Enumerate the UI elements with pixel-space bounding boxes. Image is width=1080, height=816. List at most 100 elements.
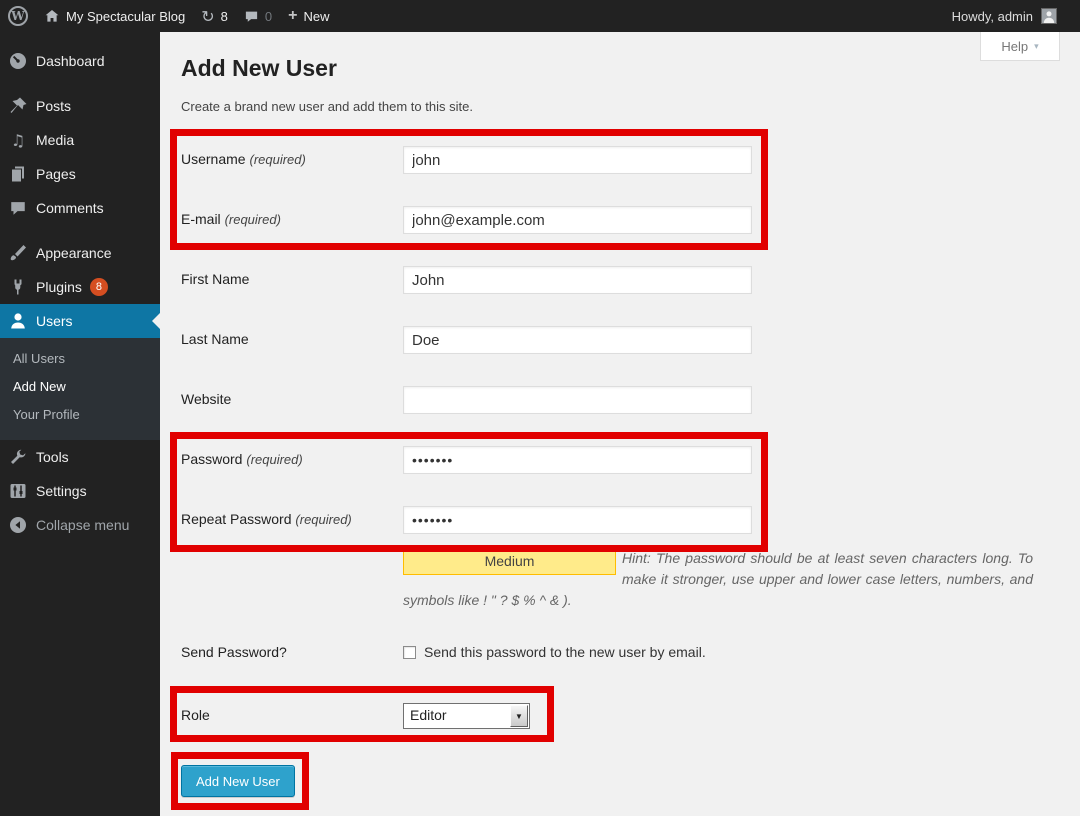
add-new-user-button[interactable]: Add New User xyxy=(181,765,295,797)
howdy-text: Howdy, admin xyxy=(952,9,1033,24)
updates-link[interactable]: ↻ 8 xyxy=(193,0,236,32)
sidebar-item-pages[interactable]: Pages xyxy=(0,157,160,191)
pin-icon xyxy=(8,96,28,116)
admin-bar-right: Howdy, admin xyxy=(944,0,1080,32)
first-name-input[interactable] xyxy=(403,266,752,294)
last-name-label: Last Name xyxy=(181,326,403,347)
sidebar-item-label: Tools xyxy=(36,449,69,465)
comment-icon xyxy=(8,198,28,218)
website-row: Website xyxy=(181,386,1060,414)
new-content-link[interactable]: + New xyxy=(280,0,337,32)
sidebar-item-settings[interactable]: Settings xyxy=(0,474,160,508)
collapse-menu-button[interactable]: Collapse menu xyxy=(0,508,160,542)
sidebar-item-label: Dashboard xyxy=(36,53,105,69)
sliders-icon xyxy=(8,481,28,501)
site-name: My Spectacular Blog xyxy=(66,9,185,24)
avatar xyxy=(1041,8,1057,24)
sidebar-item-comments[interactable]: Comments xyxy=(0,191,160,225)
home-icon xyxy=(44,8,60,24)
sidebar-item-posts[interactable]: Posts xyxy=(0,89,160,123)
sidebar-item-appearance[interactable]: Appearance xyxy=(0,236,160,270)
site-name-link[interactable]: My Spectacular Blog xyxy=(36,0,193,32)
first-name-label: First Name xyxy=(181,266,403,287)
role-label: Role xyxy=(181,703,403,723)
wordpress-admin-add-new-user: W My Spectacular Blog ↻ 8 0 + New xyxy=(0,0,1080,816)
select-arrow-button[interactable]: ▼ xyxy=(510,705,528,727)
submenu-item-add-new[interactable]: Add New xyxy=(0,372,160,400)
username-input[interactable] xyxy=(403,146,752,174)
email-input[interactable] xyxy=(403,206,752,234)
website-label: Website xyxy=(181,386,403,407)
send-password-checkbox[interactable] xyxy=(403,646,416,659)
password-strength-meter: Medium xyxy=(403,548,616,575)
sidebar-item-label: Comments xyxy=(36,200,104,216)
sidebar-item-dashboard[interactable]: Dashboard xyxy=(0,44,160,78)
role-select[interactable]: Editor ▼ xyxy=(403,703,530,729)
sidebar-item-label: Settings xyxy=(36,483,87,499)
wrench-icon xyxy=(8,447,28,467)
username-row: Username (required) xyxy=(181,146,1060,174)
email-row: E-mail (required) xyxy=(181,206,1060,234)
role-selected-value: Editor xyxy=(404,704,509,728)
sidebar-item-label: Plugins xyxy=(36,279,82,295)
plugin-icon xyxy=(8,277,28,297)
send-password-checkbox-label[interactable]: Send this password to the new user by em… xyxy=(424,643,706,660)
required-indicator: (required) xyxy=(249,152,305,167)
my-account-link[interactable]: Howdy, admin xyxy=(944,0,1065,32)
comments-count: 0 xyxy=(265,9,272,24)
wordpress-logo[interactable]: W xyxy=(0,0,36,32)
sidebar-item-label: Posts xyxy=(36,98,71,114)
new-label: New xyxy=(303,9,329,24)
required-indicator: (required) xyxy=(225,212,281,227)
chevron-down-icon: ▾ xyxy=(1034,41,1039,52)
comments-link[interactable]: 0 xyxy=(236,0,280,32)
user-icon xyxy=(8,311,28,331)
add-user-form: Username (required) E-mail (required) Fi… xyxy=(181,146,1060,797)
comment-bubble-icon xyxy=(244,9,259,24)
admin-sidebar: Dashboard Posts ♫ Media Pages Comme xyxy=(0,32,160,816)
media-icon: ♫ xyxy=(8,130,28,150)
repeat-password-label: Repeat Password (required) xyxy=(181,506,403,527)
first-name-row: First Name xyxy=(181,266,1060,294)
updates-icon: ↻ xyxy=(201,7,214,26)
password-row: Password (required) xyxy=(181,446,1060,474)
last-name-input[interactable] xyxy=(403,326,752,354)
send-password-row: Send Password? Send this password to the… xyxy=(181,643,1060,663)
plus-icon: + xyxy=(288,7,297,25)
send-password-label: Send Password? xyxy=(181,643,403,660)
role-row: Role Editor ▼ xyxy=(181,703,1060,729)
required-indicator: (required) xyxy=(295,512,351,527)
page-description: Create a brand new user and add them to … xyxy=(181,99,1060,116)
repeat-password-row: Repeat Password (required) xyxy=(181,506,1060,534)
sidebar-item-label: Users xyxy=(36,313,73,329)
last-name-row: Last Name xyxy=(181,326,1060,354)
website-input[interactable] xyxy=(403,386,752,414)
submenu-item-your-profile[interactable]: Your Profile xyxy=(0,400,160,428)
brush-icon xyxy=(8,243,28,263)
sidebar-item-label: Media xyxy=(36,132,74,148)
wordpress-logo-icon: W xyxy=(8,6,28,26)
required-indicator: (required) xyxy=(246,452,302,467)
updates-count: 8 xyxy=(221,9,228,24)
plugins-update-badge: 8 xyxy=(90,278,108,296)
pages-icon xyxy=(8,164,28,184)
username-label: Username (required) xyxy=(181,146,403,167)
password-input[interactable] xyxy=(403,446,752,474)
submenu-item-all-users[interactable]: All Users xyxy=(0,344,160,372)
main-content: Add New User Create a brand new user and… xyxy=(160,32,1080,816)
sidebar-item-tools[interactable]: Tools xyxy=(0,440,160,474)
repeat-password-input[interactable] xyxy=(403,506,752,534)
sidebar-item-users[interactable]: Users xyxy=(0,304,160,338)
collapse-icon xyxy=(8,515,28,535)
admin-bar: W My Spectacular Blog ↻ 8 0 + New xyxy=(0,0,1080,32)
page-title: Add New User xyxy=(181,55,1060,85)
help-label: Help xyxy=(1001,39,1028,54)
caret-down-icon: ▼ xyxy=(515,712,523,721)
sidebar-item-plugins[interactable]: Plugins 8 xyxy=(0,270,160,304)
email-label: E-mail (required) xyxy=(181,206,403,227)
help-tab-button[interactable]: Help ▾ xyxy=(980,32,1060,61)
submit-row: Add New User xyxy=(181,765,1060,797)
password-strength-block: Medium Hint: The password should be at l… xyxy=(403,548,1033,611)
sidebar-item-media[interactable]: ♫ Media xyxy=(0,123,160,157)
users-submenu: All Users Add New Your Profile xyxy=(0,338,160,440)
